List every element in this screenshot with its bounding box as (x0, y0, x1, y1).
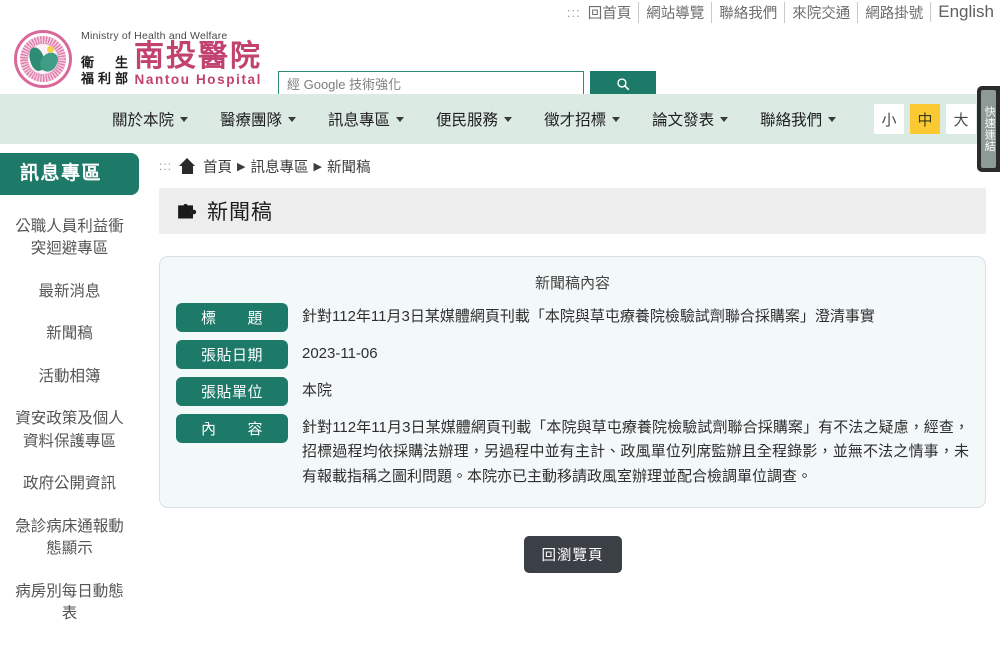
site-header: Ministry of Health and Welfare 衛 生 福利部 南… (0, 24, 1000, 97)
nav-label-recruitment: 徵才招標 (544, 112, 607, 129)
page-title-bar: 新聞稿 (159, 188, 986, 234)
logo-ministry-chinese: 衛 生 福利部 (81, 55, 132, 88)
field-row-unit: 張貼單位 本院 (176, 377, 969, 406)
quick-links-label: 快速連結 (981, 90, 996, 168)
sidebar: 訊息專區 公職人員利益衝突迴避專區 最新消息 新聞稿 活動相簿 資安政策及個人資… (0, 144, 139, 640)
puzzle-icon (178, 203, 197, 218)
top-link-home[interactable]: 回首頁 (586, 2, 639, 23)
top-link-sitemap[interactable]: 網站導覽 (638, 1, 711, 23)
chevron-down-icon (828, 116, 837, 122)
breadcrumb-item-press-release[interactable]: 新聞稿 (327, 156, 371, 177)
home-icon[interactable] (179, 158, 196, 174)
chevron-down-icon (504, 116, 513, 122)
field-value-title: 針對112年11月3日某媒體網頁刊載「本院與草屯療養院檢驗試劑聯合採購案」澄清事… (302, 308, 875, 325)
search-icon (617, 78, 630, 91)
chevron-down-icon (612, 116, 621, 122)
nav-item-medical-team[interactable]: 醫療團隊 (204, 108, 312, 130)
font-size-large-button[interactable]: 大 (946, 104, 976, 134)
breadcrumb: ::: 首頁 ▶ 訊息專區 ▶ 新聞稿 (159, 144, 986, 188)
page-root: ::: 回首頁 網站導覽 聯絡我們 來院交通 網路掛號 English Mini… (0, 0, 1000, 667)
top-link-english[interactable]: English (930, 2, 996, 22)
nav-label-news-zone: 訊息專區 (328, 112, 391, 129)
breadcrumb-anchor: ::: (159, 159, 173, 173)
sidebar-item-photo-album[interactable]: 活動相簿 (0, 356, 139, 398)
field-label-date: 張貼日期 (176, 340, 288, 369)
top-utility-bar: ::: 回首頁 網站導覽 聯絡我們 來院交通 網路掛號 English (0, 0, 1000, 24)
press-release-panel: 新聞稿內容 標 題 針對112年11月3日某媒體網頁刊載「本院與草屯療養院檢驗試… (159, 256, 986, 508)
field-label-title: 標 題 (176, 303, 288, 332)
top-link-transport[interactable]: 來院交通 (784, 1, 857, 23)
breadcrumb-item-home[interactable]: 首頁 (203, 156, 232, 177)
nav-item-services[interactable]: 便民服務 (420, 108, 528, 130)
logo-text-block: Ministry of Health and Welfare 衛 生 福利部 南… (81, 30, 263, 88)
nav-label-about: 關於本院 (112, 112, 175, 129)
font-size-medium-button[interactable]: 中 (910, 104, 940, 134)
content-area: 訊息專區 公職人員利益衝突迴避專區 最新消息 新聞稿 活動相簿 資安政策及個人資… (0, 144, 1000, 640)
logo-ministry-line1: 衛 生 (81, 54, 133, 70)
breadcrumb-item-news-zone[interactable]: 訊息專區 (250, 156, 308, 177)
actions-bar: 回瀏覽頁 (159, 535, 986, 573)
sidebar-item-emergency-beds[interactable]: 急診病床通報動態顯示 (0, 506, 139, 571)
logo-hospital-english: Nantou Hospital (134, 71, 263, 87)
sidebar-item-security-privacy[interactable]: 資安政策及個人資料保護專區 (0, 398, 139, 463)
page-title: 新聞稿 (207, 201, 273, 224)
field-value-content: 針對112年11月3日某媒體網頁刊載「本院與草屯療養院檢驗試劑聯合採購案」有不法… (302, 419, 969, 485)
chevron-down-icon (288, 116, 297, 122)
nav-label-contact: 聯絡我們 (760, 112, 823, 129)
field-value-date: 2023-11-06 (302, 345, 378, 362)
sidebar-item-conflict-of-interest[interactable]: 公職人員利益衝突迴避專區 (0, 206, 139, 271)
sidebar-item-press-release[interactable]: 新聞稿 (0, 313, 139, 355)
accessibility-anchor: ::: (566, 4, 581, 20)
logo-hospital-chinese: 南投醫院 (134, 39, 263, 75)
quick-links-tab[interactable]: 快速連結 (977, 86, 1000, 172)
breadcrumb-separator: ▶ (237, 160, 246, 173)
nav-item-recruitment[interactable]: 徵才招標 (528, 108, 636, 130)
field-row-date: 張貼日期 2023-11-06 (176, 340, 969, 369)
field-row-title: 標 題 針對112年11月3日某媒體網頁刊載「本院與草屯療養院檢驗試劑聯合採購案… (176, 303, 969, 332)
top-link-online-registration[interactable]: 網路掛號 (857, 1, 930, 23)
nav-label-publications: 論文發表 (652, 112, 715, 129)
top-link-contact[interactable]: 聯絡我們 (711, 1, 784, 23)
nav-label-services: 便民服務 (436, 112, 499, 129)
sidebar-menu: 公職人員利益衝突迴避專區 最新消息 新聞稿 活動相簿 資安政策及個人資料保護專區… (0, 195, 139, 636)
chevron-down-icon (180, 116, 189, 122)
font-size-small-button[interactable]: 小 (874, 104, 904, 134)
site-logo[interactable]: Ministry of Health and Welfare 衛 生 福利部 南… (14, 30, 262, 88)
sidebar-item-government-info[interactable]: 政府公開資訊 (0, 463, 139, 505)
nav-item-about[interactable]: 關於本院 (96, 108, 204, 130)
back-to-list-button[interactable]: 回瀏覽頁 (523, 535, 622, 573)
nav-item-contact[interactable]: 聯絡我們 (744, 108, 852, 130)
chevron-down-icon (396, 116, 405, 122)
field-row-content: 內 容 針對112年11月3日某媒體網頁刊載「本院與草屯療養院檢驗試劑聯合採購案… (176, 414, 969, 489)
hospital-emblem-icon (14, 30, 72, 88)
chevron-down-icon (720, 116, 729, 122)
main-column: ::: 首頁 ▶ 訊息專區 ▶ 新聞稿 新聞稿 新聞稿內容 標 題 針對112年… (139, 144, 1000, 640)
field-value-unit: 本院 (302, 382, 333, 399)
field-label-unit: 張貼單位 (176, 377, 288, 406)
panel-caption: 新聞稿內容 (534, 275, 610, 292)
sidebar-header: 訊息專區 (0, 153, 139, 195)
breadcrumb-separator: ▶ (313, 160, 322, 173)
logo-ministry-line2: 福利部 (81, 70, 133, 86)
main-navigation: 關於本院 醫療團隊 訊息專區 便民服務 徵才招標 論文發表 聯絡我們 小 中 大 (0, 94, 1000, 144)
sidebar-item-ward-daily-status[interactable]: 病房別每日動態表 (0, 571, 139, 636)
sidebar-item-latest-news[interactable]: 最新消息 (0, 271, 139, 313)
field-label-content: 內 容 (176, 414, 288, 443)
nav-item-publications[interactable]: 論文發表 (636, 108, 744, 130)
nav-item-news-zone[interactable]: 訊息專區 (312, 108, 420, 130)
nav-label-medical-team: 醫療團隊 (220, 112, 283, 129)
font-size-controls: 小 中 大 (874, 104, 976, 134)
